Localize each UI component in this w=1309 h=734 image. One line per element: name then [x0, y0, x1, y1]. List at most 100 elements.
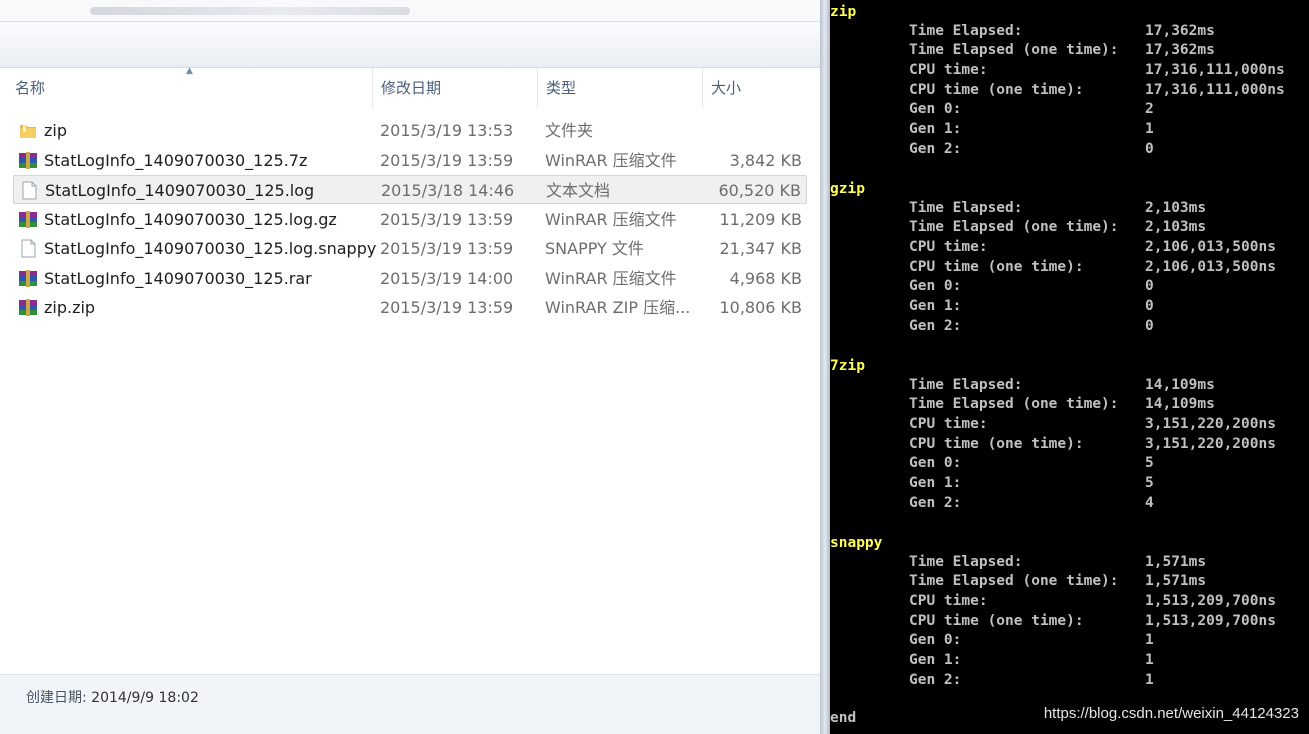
file-size: 60,520 KB: [718, 181, 801, 200]
metric-value: 17,362ms: [1145, 22, 1215, 39]
metric-value: 14,109ms: [1145, 376, 1215, 393]
file-name: StatLogInfo_1409070030_125.log.snappy: [44, 239, 377, 258]
details-pane: 创建日期: 2014/9/9 18:02: [0, 674, 820, 734]
column-header-date-label: 修改日期: [381, 79, 442, 97]
address-path-blurred: [90, 7, 410, 15]
file-date: 2015/3/19 13:59: [380, 239, 514, 258]
metric-value: 3,151,220,200ns: [1145, 415, 1276, 432]
metric-value: 0: [1145, 140, 1154, 157]
file-row[interactable]: zip.zip 2015/3/19 13:59 WinRAR ZIP 压缩...…: [13, 293, 807, 322]
sort-ascending-icon: ▲: [186, 66, 193, 76]
file-name: zip: [44, 121, 67, 140]
file-size: 10,806 KB: [719, 298, 802, 317]
metric-label: Gen 0:: [909, 101, 962, 118]
metric-label: Time Elapsed (one time):: [909, 42, 1119, 59]
column-header-name[interactable]: 名称 ▲: [0, 66, 373, 108]
metric-label: Time Elapsed (one time):: [909, 396, 1119, 413]
metric-label: Gen 0:: [909, 455, 962, 472]
metric-value: 0: [1145, 298, 1154, 314]
column-headers: 名称 ▲ 修改日期 类型 大小: [0, 66, 820, 108]
file-size: 4,968 KB: [729, 268, 802, 288]
column-header-date[interactable]: 修改日期: [373, 68, 538, 108]
column-header-size-label: 大小: [711, 79, 742, 97]
winrar-icon: [18, 210, 38, 229]
file-size: 21,347 KB: [719, 239, 802, 258]
file-size: 11,209 KB: [719, 209, 802, 229]
metric-value: 4: [1145, 494, 1154, 511]
metric-value: 2,103ms: [1145, 219, 1207, 236]
metric-value: 2,106,013,500ns: [1145, 258, 1276, 275]
window-border: [820, 0, 830, 734]
metric-value: 0: [1145, 317, 1154, 334]
file-date: 2015/3/18 14:46: [381, 181, 515, 200]
metric-value: 1,571ms: [1145, 553, 1207, 570]
metric-value: 2,103ms: [1145, 199, 1207, 216]
file-row[interactable]: StatLogInfo_1409070030_125.rar 2015/3/19…: [13, 264, 807, 293]
metric-label: Time Elapsed:: [909, 199, 1023, 216]
section-title-7zip: 7zip: [830, 358, 865, 374]
file-name: StatLogInfo_1409070030_125.7z: [44, 150, 308, 170]
address-bar[interactable]: [0, 0, 820, 22]
file-type: WinRAR 压缩文件: [545, 268, 677, 288]
folder-icon: [18, 121, 38, 140]
metric-value: 1: [1145, 121, 1154, 137]
column-header-size[interactable]: 大小: [703, 68, 820, 108]
metric-label: Gen 0:: [909, 632, 962, 649]
document-icon: [18, 239, 38, 258]
metric-value: 1: [1145, 632, 1154, 649]
column-header-type-label: 类型: [546, 79, 577, 97]
metric-label: Gen 1:: [909, 121, 962, 137]
file-date: 2015/3/19 13:53: [380, 121, 514, 140]
metric-label: Gen 2:: [909, 140, 962, 157]
metric-value: 1: [1145, 671, 1154, 688]
file-row[interactable]: StatLogInfo_1409070030_125.7z 2015/3/19 …: [13, 146, 807, 175]
file-type: WinRAR 压缩文件: [545, 150, 677, 170]
section-title-zip: zip: [830, 4, 857, 20]
column-header-type[interactable]: 类型: [538, 68, 703, 108]
file-row[interactable]: StatLogInfo_1409070030_125.log.gz 2015/3…: [13, 205, 807, 234]
metric-label: CPU time:: [909, 592, 988, 609]
metric-label: Time Elapsed:: [909, 22, 1023, 39]
metric-value: 17,316,111,000ns: [1145, 61, 1285, 78]
metric-label: Gen 2:: [909, 671, 962, 688]
metric-label: CPU time (one time):: [909, 612, 1084, 629]
file-name: zip.zip: [44, 298, 96, 317]
file-type: WinRAR ZIP 压缩...: [545, 298, 691, 317]
file-name: StatLogInfo_1409070030_125.log: [45, 181, 315, 200]
winrar-icon: [18, 269, 38, 288]
metric-label: CPU time:: [909, 238, 988, 255]
metric-value: 5: [1145, 455, 1154, 472]
file-name: StatLogInfo_1409070030_125.rar: [44, 268, 312, 288]
watermark: https://blog.csdn.net/weixin_44124323: [1043, 705, 1299, 722]
metric-value: 5: [1145, 475, 1154, 491]
file-date: 2015/3/19 14:00: [380, 268, 514, 288]
file-row[interactable]: StatLogInfo_1409070030_125.log.snappy 20…: [13, 234, 807, 263]
file-row[interactable]: zip 2015/3/19 13:53 文件夹: [13, 116, 807, 145]
metric-label: Gen 2:: [909, 317, 962, 334]
metric-label: Time Elapsed (one time):: [909, 573, 1119, 590]
created-date-value: 2014/9/9 18:02: [91, 690, 199, 706]
metric-label: Gen 2:: [909, 494, 962, 511]
metric-value: 14,109ms: [1145, 396, 1215, 413]
winrar-icon: [18, 298, 38, 317]
file-type: WinRAR 压缩文件: [545, 209, 677, 229]
file-row-selected[interactable]: StatLogInfo_1409070030_125.log 2015/3/18…: [13, 175, 807, 204]
metric-label: Gen 0:: [909, 278, 962, 295]
created-date-label: 创建日期:: [26, 690, 87, 706]
document-icon: [19, 181, 39, 200]
metric-label: Gen 1:: [909, 652, 962, 668]
file-date: 2015/3/19 13:59: [380, 209, 514, 229]
file-size: 3,842 KB: [729, 150, 802, 170]
metric-value: 3,151,220,200ns: [1145, 435, 1276, 452]
column-header-name-label: 名称: [15, 79, 46, 97]
section-title-snappy: snappy: [830, 535, 883, 551]
file-date: 2015/3/19 13:59: [380, 150, 514, 170]
metric-label: Gen 1:: [909, 475, 962, 491]
metric-label: Time Elapsed:: [909, 376, 1023, 393]
metric-value: 17,316,111,000ns: [1145, 81, 1285, 98]
metric-value: 17,362ms: [1145, 42, 1215, 59]
file-type: 文本文档: [546, 181, 611, 200]
metric-label: CPU time:: [909, 415, 988, 432]
metric-value: 2,106,013,500ns: [1145, 238, 1276, 255]
explorer-toolbar: [0, 22, 820, 68]
